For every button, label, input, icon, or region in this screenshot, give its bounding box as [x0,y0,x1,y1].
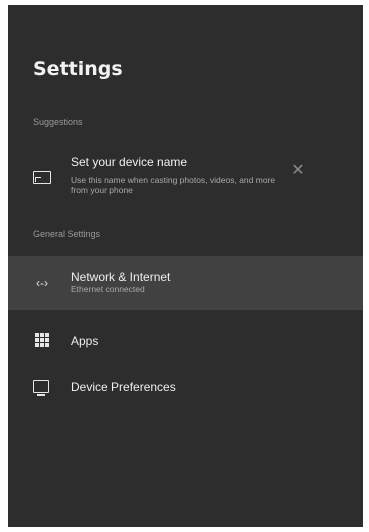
suggestion-device-name[interactable]: Set your device name Use this name when … [8,145,363,205]
tv-icon [33,380,49,396]
close-icon[interactable]: ✕ [288,161,308,181]
general-settings-section-label: General Settings [33,229,101,239]
network-arrows-icon: ‹-› [36,276,48,290]
cast-icon [33,171,51,184]
menu-item-label: Network & Internet [71,270,171,284]
page-title: Settings [33,58,123,80]
menu-item-network-internet[interactable]: ‹-› Network & Internet Ethernet connecte… [8,256,363,310]
menu-item-label: Apps [71,334,99,348]
settings-panel: Settings Suggestions Set your device nam… [8,5,363,527]
menu-item-label: Device Preferences [71,380,176,394]
suggestion-title: Set your device name [71,155,188,169]
menu-item-device-preferences[interactable]: Device Preferences [8,365,363,413]
suggestion-description: Use this name when casting photos, video… [71,175,276,195]
menu-item-apps[interactable]: Apps [8,317,363,365]
apps-grid-icon [35,333,49,347]
menu-item-subtitle: Ethernet connected [71,284,145,294]
suggestions-section-label: Suggestions [33,117,83,127]
